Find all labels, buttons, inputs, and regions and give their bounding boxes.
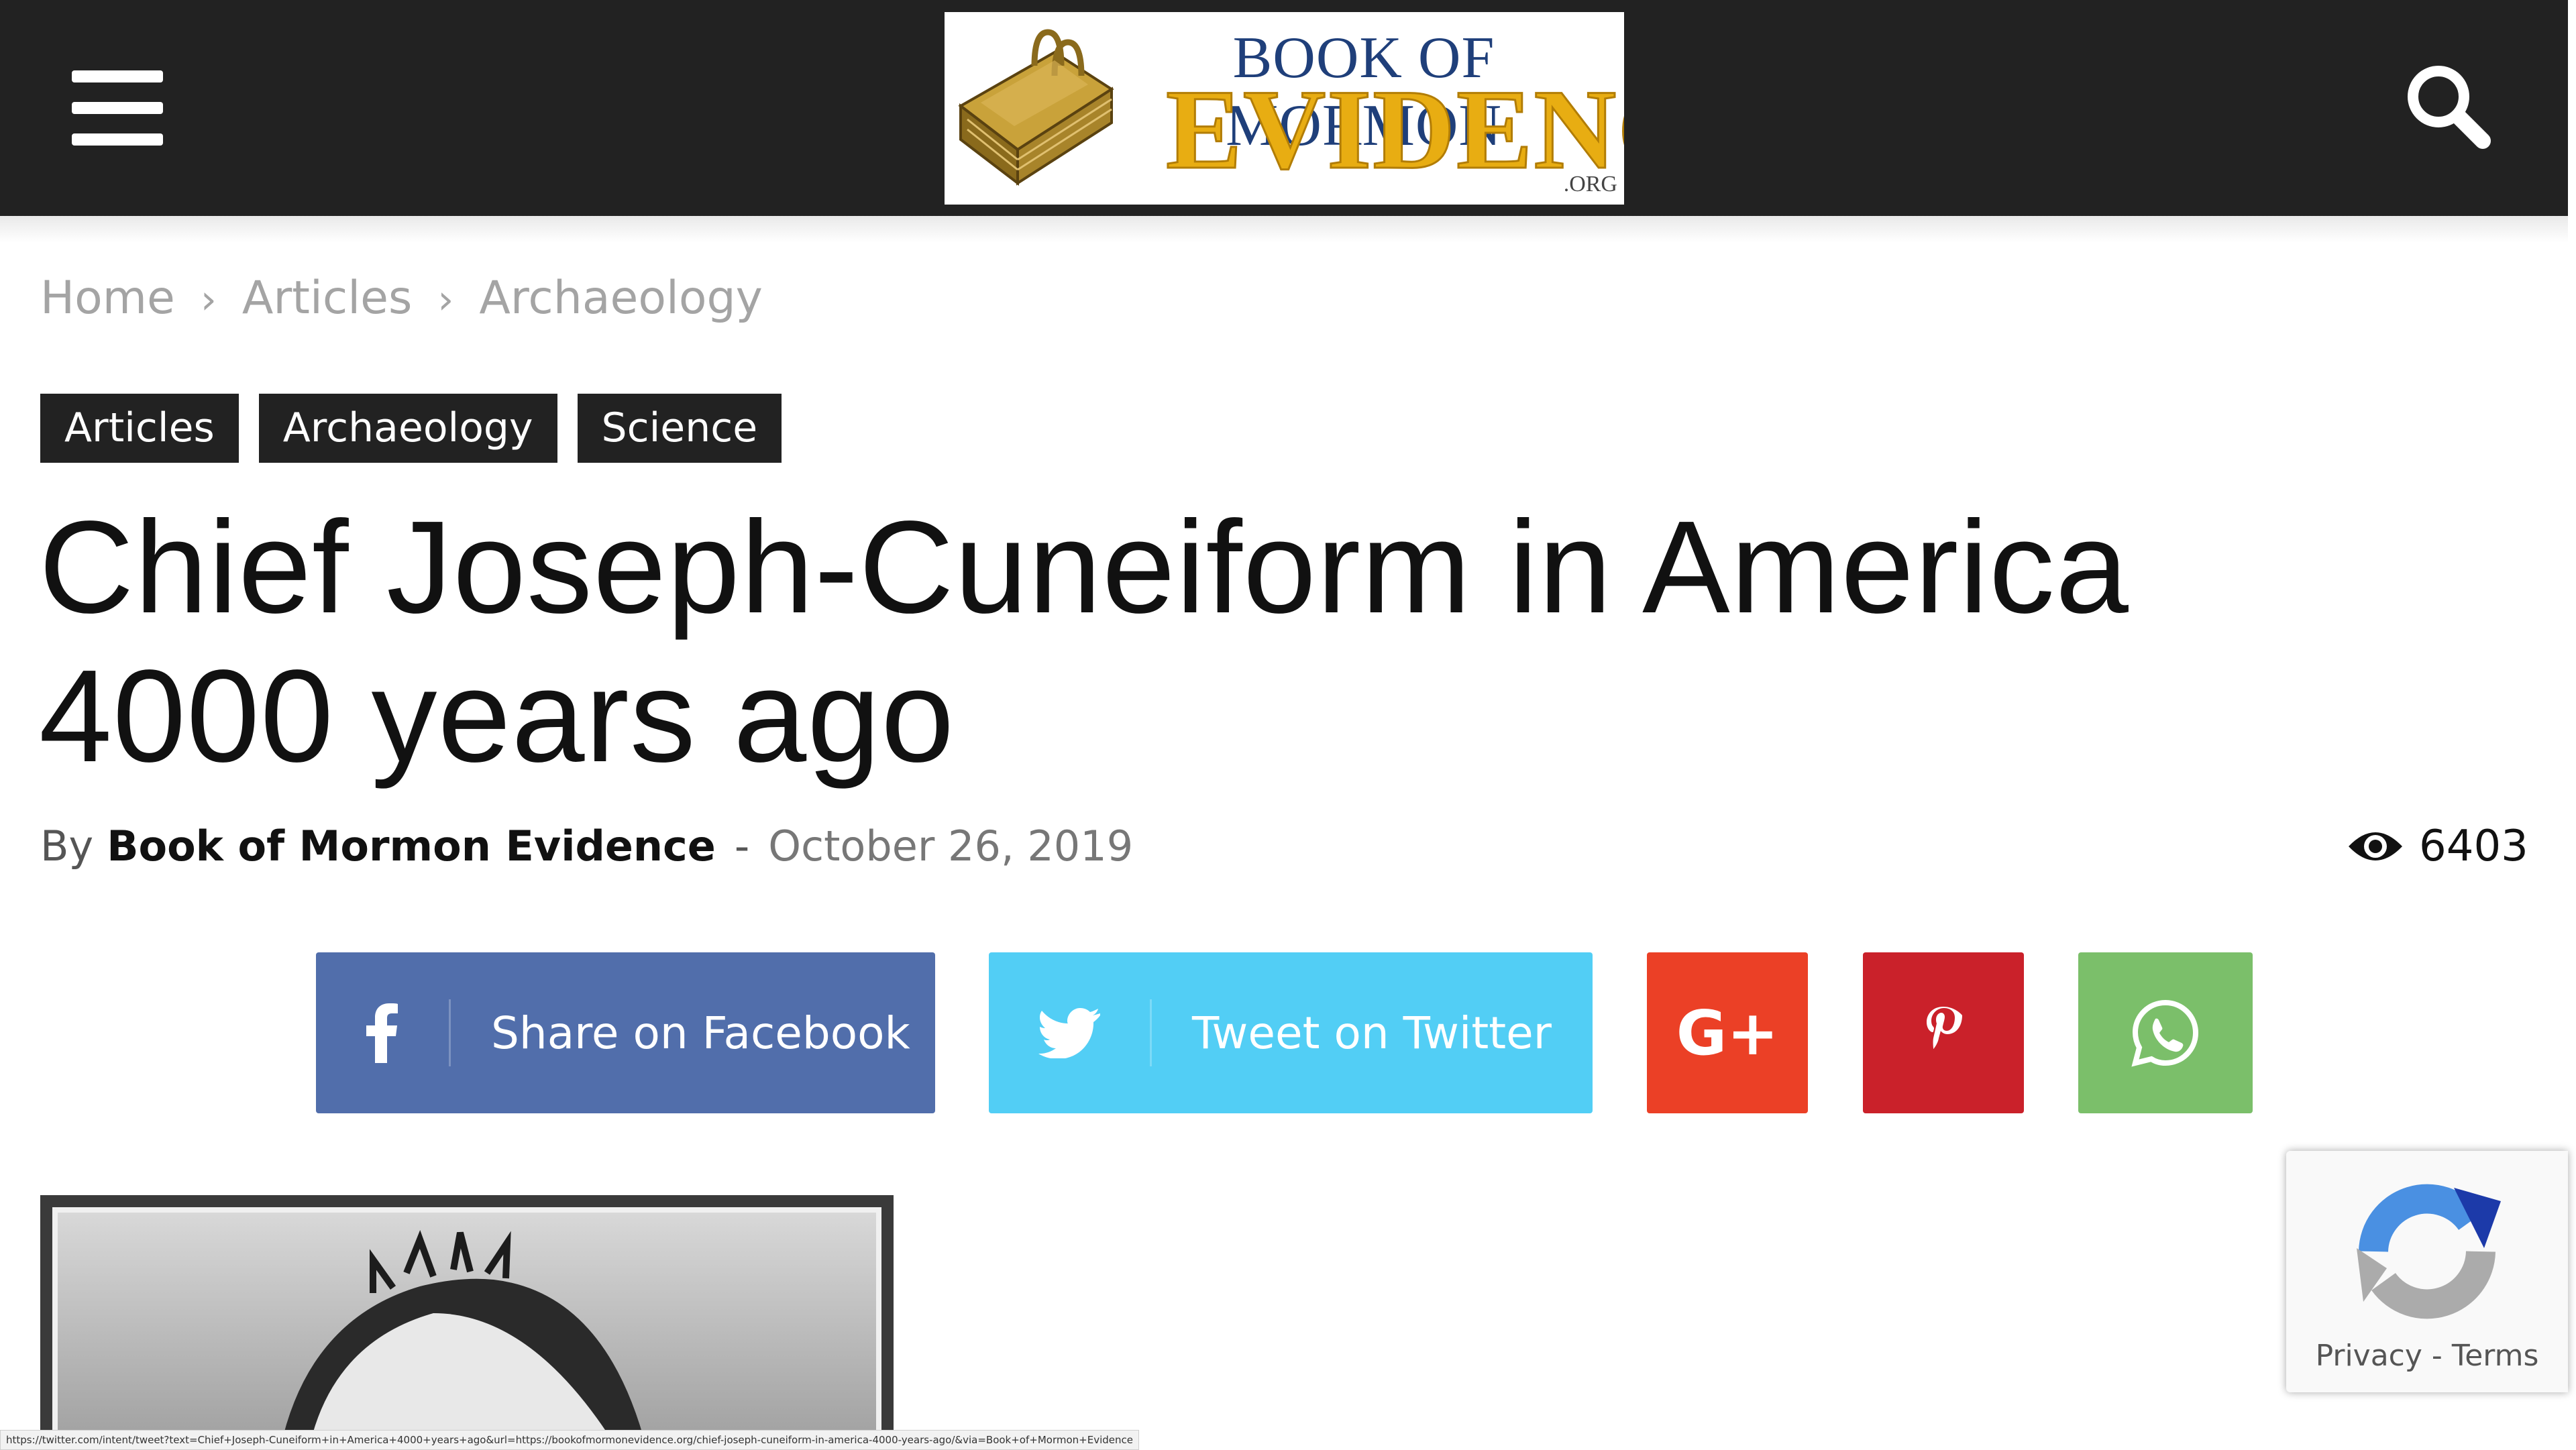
publish-date: October 26, 2019 [768,822,1134,871]
googleplus-icon: G+ [1676,997,1779,1069]
view-count: 6403 [2347,822,2528,871]
article-image [40,1195,894,1449]
link-preview-statusbar: https://twitter.com/intent/tweet?text=Ch… [0,1430,1139,1450]
author-link[interactable]: Book of Mormon Evidence [107,822,716,871]
share-pinterest-button[interactable] [1863,952,2024,1113]
share-facebook-button[interactable]: Share on Facebook [316,952,935,1113]
recaptcha-separator: - [2431,1339,2443,1373]
view-count-value: 6403 [2419,822,2528,871]
gold-plates-icon [958,29,1114,186]
share-twitter-label: Tweet on Twitter [1192,1007,1552,1059]
category-tags: Articles Archaeology Science [40,394,782,463]
breadcrumb-separator: › [200,276,217,323]
site-header: BOOK OF MORMON EVIDENCE .ORG [0,0,2568,216]
recaptcha-badge[interactable]: Privacy - Terms [2286,1151,2568,1392]
image-frame [52,1207,881,1449]
recaptcha-logo-icon [2357,1184,2501,1319]
breadcrumb-archaeology[interactable]: Archaeology [479,272,762,325]
logo-text-main: EVIDENCE [1165,66,1624,192]
search-icon[interactable] [2404,62,2491,149]
pinterest-icon [1927,1007,1962,1049]
share-whatsapp-button[interactable] [2078,952,2253,1113]
twitter-icon [989,1007,1150,1058]
breadcrumb-home[interactable]: Home [40,272,175,325]
article-meta: By Book of Mormon Evidence - October 26, 20… [40,822,1133,871]
article-title: Chief Joseph-Cuneiform in America 4000 y… [39,494,2129,789]
eye-icon [2349,832,2402,860]
breadcrumb-separator: › [437,276,454,323]
recaptcha-privacy-link[interactable]: Privacy [2316,1339,2422,1373]
recaptcha-terms-link[interactable]: Terms [2452,1339,2539,1373]
breadcrumb: Home › Articles › Archaeology [40,272,763,325]
share-facebook-label: Share on Facebook [491,1007,910,1059]
share-twitter-button[interactable]: Tweet on Twitter [989,952,1593,1113]
logo-text-domain: .ORG [1563,172,1617,197]
recaptcha-links: Privacy - Terms [2286,1339,2568,1373]
site-logo[interactable]: BOOK OF MORMON EVIDENCE .ORG [945,12,1624,205]
hamburger-menu-icon[interactable] [72,70,163,146]
category-tag-articles[interactable]: Articles [40,394,239,463]
facebook-icon [316,1003,449,1063]
by-label: By [40,822,94,871]
category-tag-science[interactable]: Science [577,394,782,463]
whatsapp-icon [2131,999,2199,1067]
breadcrumb-articles[interactable]: Articles [242,272,413,325]
category-tag-archaeology[interactable]: Archaeology [258,394,557,463]
share-googleplus-button[interactable]: G+ [1647,952,1808,1113]
meta-dash: - [734,822,750,871]
header-shadow [0,216,2568,243]
